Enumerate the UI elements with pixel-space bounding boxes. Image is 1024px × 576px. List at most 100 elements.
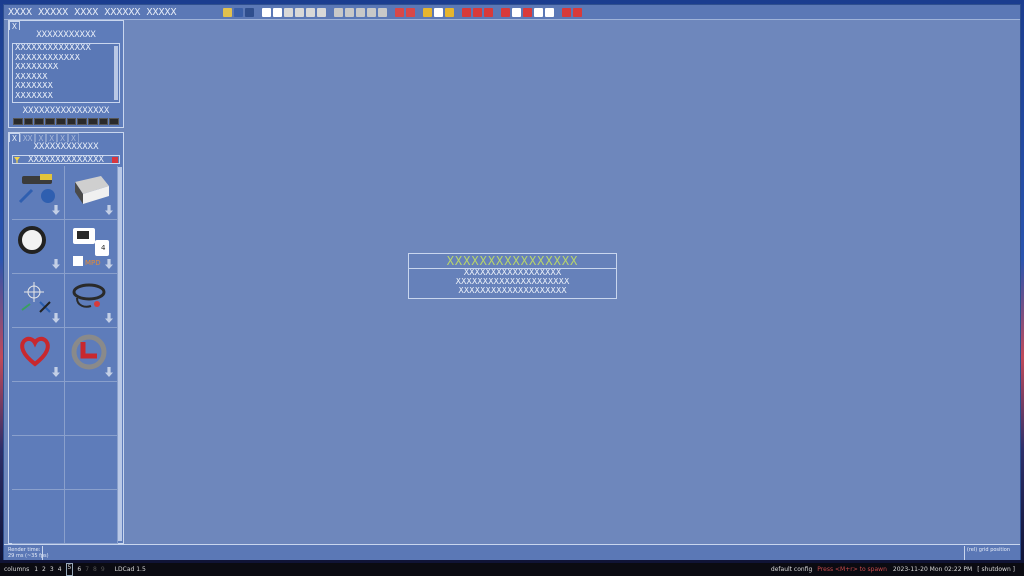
list-item[interactable]: XXXXXXXXXXXXXX [15,44,119,54]
color-swatch[interactable] [45,118,55,125]
workspace-1[interactable]: 1 [34,563,38,576]
bin-cell[interactable] [12,436,65,490]
workspace-2[interactable]: 2 [42,563,46,576]
dialog-line: XXXXXXXXXXXXXXXXXXXXX [455,278,570,287]
magnifier-icon [18,226,46,254]
undo-icon[interactable] [262,7,271,17]
shutdown-button[interactable]: [ shutdown ] [977,563,1015,576]
color-swatch[interactable] [87,118,98,125]
bin-scrollbar[interactable] [118,167,122,541]
mirror-icon[interactable] [367,7,376,17]
snap-icon[interactable] [445,7,454,17]
mpd-document-icon: 4 MPD [71,226,109,267]
ungroup-icon[interactable] [406,7,415,17]
expand-arrow-icon[interactable] [52,367,60,377]
move-icon[interactable] [434,7,443,17]
zoom-icon[interactable] [534,7,543,17]
pan-icon[interactable] [512,7,521,17]
status-divider [964,546,965,560]
delete-icon[interactable] [317,7,326,17]
bin-cell[interactable] [12,220,65,274]
list-item[interactable]: XXXXXX [15,73,119,83]
workspace-8[interactable]: 8 [93,563,97,576]
list-item[interactable]: XXXXXXXXXXXX [15,54,119,64]
monitor-icon[interactable] [234,7,243,17]
panel1-tab[interactable]: X [9,21,20,31]
active-app-title[interactable]: LDCad 1.5 [115,563,146,576]
redo-icon[interactable] [273,7,282,17]
color-swatch[interactable] [98,118,109,125]
workspace-7[interactable]: 7 [85,563,89,576]
color-icon[interactable] [423,7,432,17]
bin-cell[interactable] [65,166,118,220]
grid-position: (rel) grid position [966,547,1010,553]
color-swatch[interactable] [109,118,120,125]
copy-icon[interactable] [284,7,293,17]
color-swatch[interactable] [55,118,66,125]
group-icon[interactable] [395,7,404,17]
workspace-6[interactable]: 6 [77,563,81,576]
grid-x-icon[interactable] [462,7,471,17]
heart-icon [18,334,52,368]
bin-cell[interactable] [65,490,118,544]
workspace-3[interactable]: 3 [50,563,54,576]
paste-icon[interactable] [306,7,315,17]
layout-label[interactable]: columns [4,563,29,576]
list-item[interactable]: XXXXXXX [15,82,119,92]
favorite-icon[interactable] [562,7,571,17]
bin-cell[interactable] [12,274,65,328]
bin-cell[interactable] [65,328,118,382]
rotate-x-icon[interactable] [334,7,343,17]
view-icon[interactable] [501,7,510,17]
rotate-y-icon[interactable] [345,7,354,17]
bin-cell[interactable] [65,382,118,436]
filter-icon[interactable] [14,157,20,163]
panel2-tab[interactable]: XX [19,133,36,143]
color-swatches [13,118,120,125]
bin-cell[interactable] [12,382,65,436]
color-swatch[interactable] [23,118,34,125]
list-item[interactable]: XXXXXXXX [15,63,119,73]
rotate-z-icon[interactable] [356,7,365,17]
filter-row[interactable]: XXXXXXXXXXXXXX [12,155,120,165]
panel2-tab[interactable]: X [35,133,47,143]
panel2-tab[interactable]: X [57,133,68,143]
panel2-tab[interactable]: X [9,133,20,143]
expand-arrow-icon[interactable] [105,313,113,323]
status-divider [42,546,43,560]
clear-filter-icon[interactable] [112,157,118,163]
source-list[interactable]: XXXXXXXXXXXXXX XXXXXXXXXXXX XXXXXXXX XXX… [12,43,120,103]
color-swatch[interactable] [13,118,23,125]
record-icon[interactable] [573,7,582,17]
screen-icon[interactable] [245,7,254,17]
color-swatch[interactable] [66,118,77,125]
filter-label: XXXXXXXXXXXXXX [28,155,104,165]
color-swatch[interactable] [77,118,87,125]
svg-text:MPD: MPD [85,259,101,266]
list-item[interactable]: XXXXXXX [15,92,119,102]
bin-cell[interactable] [12,166,65,220]
cut-icon[interactable] [295,7,304,17]
fit-icon[interactable] [545,7,554,17]
color-swatch[interactable] [34,118,45,125]
workspace-9[interactable]: 9 [101,563,105,576]
target-icon[interactable] [523,7,532,17]
panel2-tab[interactable]: X [46,133,58,143]
list-scrollbar[interactable] [114,46,118,100]
bin-cell[interactable] [12,490,65,544]
parts-source-panel: X XXXXXXXXXXX XXXXXXXXXXXXXX XXXXXXXXXXX… [8,20,124,128]
grid-z-icon[interactable] [484,7,493,17]
axes-icon [18,280,52,314]
align-icon[interactable] [378,7,387,17]
expand-arrow-icon[interactable] [52,259,60,269]
bin-cell[interactable] [12,328,65,382]
grid-y-icon[interactable] [473,7,482,17]
file-icon[interactable] [223,7,232,17]
workspace-4[interactable]: 4 [58,563,62,576]
bin-cell[interactable]: 4 MPD [65,220,118,274]
panel2-tab[interactable]: X [67,133,79,143]
spawn-hint: Press <M+r> to spawn [817,566,887,573]
bin-cell[interactable] [65,274,118,328]
workspace-5[interactable]: 5 [65,563,74,576]
bin-cell[interactable] [65,436,118,490]
